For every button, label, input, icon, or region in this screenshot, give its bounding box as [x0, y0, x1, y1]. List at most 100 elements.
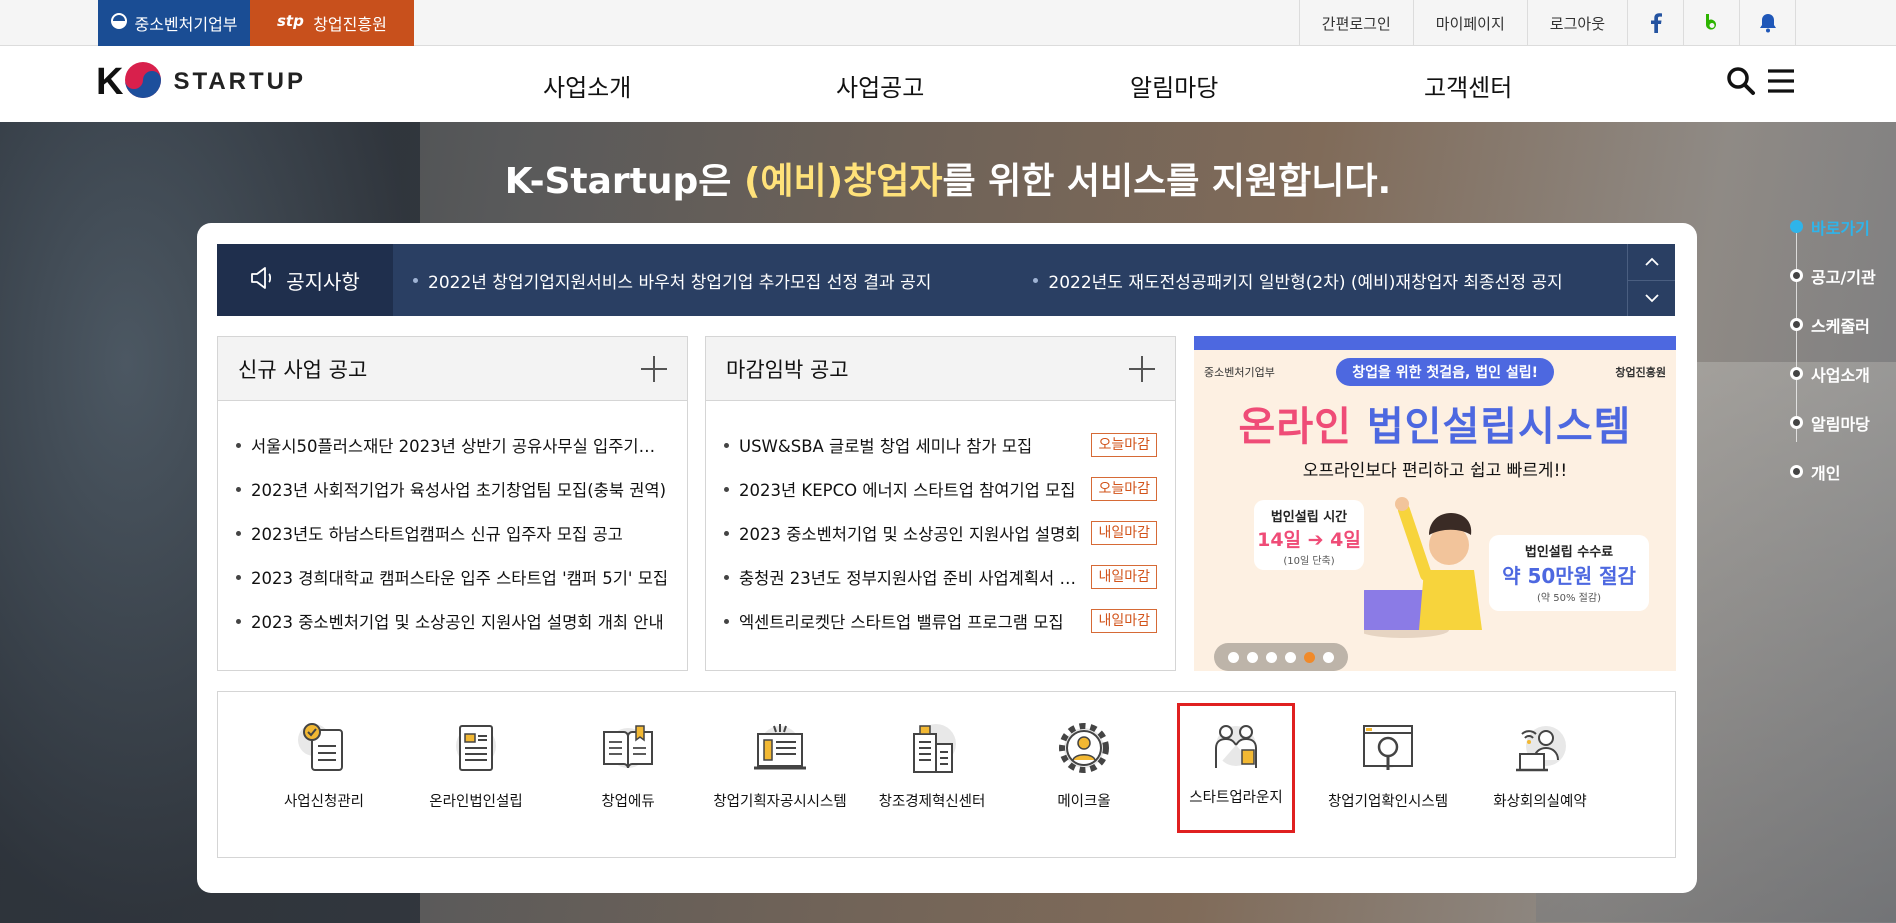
notice-label-text: 공지사항	[286, 269, 360, 294]
list-item[interactable]: 2023 중소벤처기업 및 소상공인 지원사업 설명회 내일마감	[724, 511, 1157, 555]
quick-business-intro[interactable]: 사업소개	[1790, 349, 1876, 398]
notice-prev-button[interactable]	[1628, 244, 1675, 280]
list-item[interactable]: 2023년 KEPCO 에너지 스타트업 참여기업 모집 오늘마감	[724, 467, 1157, 511]
service-startup-lounge[interactable]: 스타트업라운지	[1177, 703, 1295, 833]
search-icon[interactable]	[1726, 66, 1756, 100]
service-label: 메이크올	[1057, 794, 1111, 810]
notice-items: 2022년 창업기업지원서비스 바우처 창업기업 추가모집 선정 결과 공지 2…	[393, 244, 1627, 316]
easy-login-link[interactable]: 간편로그인	[1300, 0, 1414, 46]
banner-dot[interactable]	[1228, 651, 1239, 663]
quick-label: 공고/기관	[1811, 267, 1876, 287]
megaphone-icon	[250, 266, 276, 295]
deadline-badge: 내일마감	[1091, 521, 1157, 545]
notice-next-button[interactable]	[1628, 279, 1675, 317]
banner-dot[interactable]	[1266, 651, 1277, 663]
service-label: 창업에듀	[601, 794, 655, 810]
plus-icon[interactable]	[1129, 355, 1155, 382]
quick-label: 개인	[1811, 463, 1841, 483]
banner-dot[interactable]	[1323, 651, 1334, 663]
bullet-icon	[724, 442, 729, 448]
hero-title-post: 를 위한 서비스를 지원합니다.	[942, 161, 1392, 202]
deadline-badge: 내일마감	[1091, 565, 1157, 589]
bullet-icon	[724, 530, 729, 536]
list-item[interactable]: 2023년 사회적기업가 육성사업 초기창업팀 모집(충북 권역)	[236, 467, 669, 511]
ministry-link[interactable]: 중소벤처기업부	[98, 0, 250, 46]
list-item-text: 서울시50플러스재단 2023년 상반기 공유사무실 입주기업 모집	[251, 437, 669, 456]
bullet-icon	[724, 574, 729, 580]
main-nav: 사업소개 사업공고 알림마당 고객센터	[0, 46, 1896, 122]
banner-pill: 창업을 위한 첫걸음, 법인 설립!	[1336, 358, 1554, 386]
list-item-text: 2023년 사회적기업가 육성사업 초기창업팀 모집(충북 권역)	[251, 481, 667, 500]
quick-announcements[interactable]: 알림마당	[1790, 398, 1876, 447]
nav-business-intro[interactable]: 사업소개	[543, 68, 631, 103]
banner-time-label: 법인설립 시간	[1270, 510, 1348, 525]
bullet-icon	[724, 618, 729, 624]
quick-dot-icon	[1790, 220, 1803, 233]
quick-dot-icon	[1790, 318, 1803, 331]
banner-dot[interactable]	[1247, 651, 1258, 663]
quick-notices-agencies[interactable]: 공고/기관	[1790, 251, 1876, 300]
promo-banner[interactable]: 중소벤처기업부 창업을 위한 첫걸음, 법인 설립! 창업진흥원 온라인 법인설…	[1194, 336, 1676, 671]
quick-shortcut[interactable]: 바로가기	[1790, 202, 1876, 251]
quick-scheduler[interactable]: 스케줄러	[1790, 300, 1876, 349]
banner-dot[interactable]	[1304, 651, 1315, 663]
open-book-icon	[603, 725, 653, 769]
list-item-text: 2023 중소벤처기업 및 소상공인 지원사업 설명회 개최 안내	[251, 613, 664, 632]
chevron-up-icon	[1644, 257, 1659, 266]
plus-icon[interactable]	[641, 355, 667, 382]
notice-item[interactable]: 2022년도 재도전성공패키지 일반형(2차) (예비)재창업자 최종선정 공지	[1033, 268, 1563, 293]
service-accelerator-disclosure[interactable]: 창업기획자공시시스템	[704, 692, 856, 857]
service-label: 온라인법인설립	[429, 794, 523, 810]
menu-icon[interactable]	[1766, 66, 1796, 100]
new-business-panel: 신규 사업 공고 서울시50플러스재단 2023년 상반기 공유사무실 입주기업…	[217, 336, 688, 671]
list-item-text: 엑센트리로켓단 스타트업 밸류업 프로그램 모집	[739, 613, 1064, 632]
service-label: 스타트업라운지	[1189, 790, 1283, 806]
service-online-incorporation[interactable]: 온라인법인설립	[400, 692, 552, 857]
notice-label[interactable]: 공지사항	[217, 244, 393, 316]
facebook-icon[interactable]	[1628, 0, 1684, 46]
kised-link[interactable]: stp 창업진흥원	[250, 0, 414, 46]
nav-customer-center[interactable]: 고객센터	[1424, 68, 1512, 103]
notice-item-text: 2022년 창업기업지원서비스 바우처 창업기업 추가모집 선정 결과 공지	[428, 272, 932, 293]
logout-link[interactable]: 로그아웃	[1528, 0, 1628, 46]
list-item[interactable]: 2023 중소벤처기업 및 소상공인 지원사업 설명회 개최 안내	[236, 599, 669, 643]
header-tools	[1726, 66, 1796, 100]
deadline-badge: 내일마감	[1091, 609, 1157, 633]
service-creative-economy-center[interactable]: 창조경제혁신센터	[856, 692, 1008, 857]
banner-subtitle: 오프라인보다 편리하고 쉽고 빠르게!!	[1302, 461, 1568, 481]
service-label: 사업신청관리	[283, 794, 365, 810]
gear-person-icon	[1059, 723, 1109, 773]
service-startup-edu[interactable]: 창업에듀	[552, 692, 704, 857]
list-item-text: 2023 중소벤처기업 및 소상공인 지원사업 설명회	[739, 525, 1081, 544]
service-makeall[interactable]: 메이크올	[1008, 692, 1160, 857]
notice-item[interactable]: 2022년 창업기업지원서비스 바우처 창업기업 추가모집 선정 결과 공지	[413, 268, 931, 293]
quick-label: 바로가기	[1811, 218, 1870, 238]
mypage-link[interactable]: 마이페이지	[1414, 0, 1528, 46]
list-item[interactable]: 서울시50플러스재단 2023년 상반기 공유사무실 입주기업 모집	[236, 423, 669, 467]
bullet-icon	[236, 486, 241, 492]
service-label: 창업기획자공시시스템	[713, 794, 847, 810]
notice-ticker: 공지사항 2022년 창업기업지원서비스 바우처 창업기업 추가모집 선정 결과…	[217, 244, 1675, 316]
service-video-conference[interactable]: 화상회의실예약	[1464, 692, 1616, 857]
banner-pagination	[1214, 643, 1348, 671]
banner-fee-box: 법인설립 수수료 약 50만원 절감 (약 50% 절감)	[1489, 535, 1649, 611]
list-item[interactable]: 충청권 23년도 정부지원사업 준비 사업계획서 교육 내일마감	[724, 555, 1157, 599]
list-item-text: 2023년 KEPCO 에너지 스타트업 참여기업 모집	[739, 481, 1076, 500]
service-startup-verification[interactable]: 창업기업확인시스템	[1312, 692, 1464, 857]
deadline-badge: 오늘마감	[1091, 433, 1157, 457]
nav-announcements[interactable]: 알림마당	[1130, 68, 1218, 103]
blog-icon[interactable]	[1684, 0, 1740, 46]
service-application-management[interactable]: 사업신청관리	[248, 692, 400, 857]
list-item[interactable]: 2023년도 하남스타트업캠퍼스 신규 입주자 모집 공고	[236, 511, 669, 555]
list-item[interactable]: 2023 경희대학교 캠퍼스타운 입주 스타트업 '캠퍼 5기' 모집	[236, 555, 669, 599]
list-item-text: 2023년도 하남스타트업캠퍼스 신규 입주자 모집 공고	[251, 525, 623, 544]
main-content-card: 공지사항 2022년 창업기업지원서비스 바우처 창업기업 추가모집 선정 결과…	[197, 223, 1697, 893]
list-item[interactable]: USW&SBA 글로벌 창업 세미나 참가 모집 오늘마감	[724, 423, 1157, 467]
nav-business-notice[interactable]: 사업공고	[836, 68, 924, 103]
panel-header: 신규 사업 공고	[218, 337, 687, 401]
quick-personal[interactable]: 개인	[1790, 447, 1876, 496]
list-item[interactable]: 엑센트리로켓단 스타트업 밸류업 프로그램 모집 내일마감	[724, 599, 1157, 643]
bell-icon[interactable]	[1740, 0, 1796, 46]
banner-dot[interactable]	[1285, 651, 1296, 663]
top-utility-bar: 중소벤처기업부 stp 창업진흥원 간편로그인 마이페이지 로그아웃	[0, 0, 1896, 46]
